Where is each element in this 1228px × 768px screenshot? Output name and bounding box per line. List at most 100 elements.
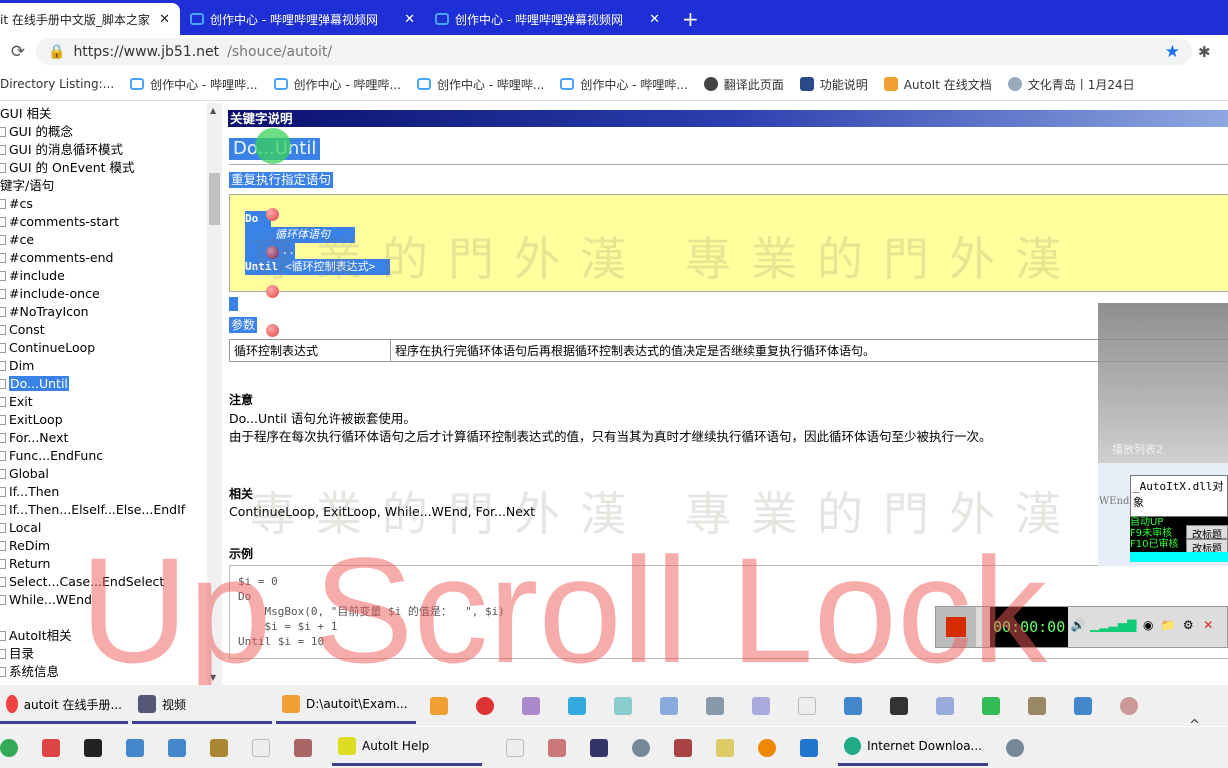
sidebar-item[interactable]: While...WEnd: [0, 591, 221, 609]
sidebar-item[interactable]: If...Then...ElseIf...Else...EndIf: [0, 501, 221, 519]
app-icon[interactable]: [936, 696, 954, 715]
app-icon[interactable]: [632, 738, 650, 757]
app-icon[interactable]: [660, 696, 678, 715]
app-icon[interactable]: [890, 696, 908, 715]
bookmark-item[interactable]: 创作中心 - 哔哩哔...: [560, 76, 688, 93]
sidebar-item[interactable]: GUI 的 OnEvent 模式: [0, 159, 221, 177]
app-icon[interactable]: [1006, 738, 1024, 757]
bookmark-item[interactable]: 文化青岛丨1月24日: [1007, 76, 1135, 93]
sidebar-item[interactable]: Global: [0, 465, 221, 483]
sidebar-item[interactable]: 键字/语句: [0, 177, 221, 195]
reload-icon[interactable]: ⟳: [0, 42, 36, 62]
7zip-icon[interactable]: [84, 738, 102, 757]
taskbar-item[interactable]: D:\autoit\Exam...: [276, 687, 416, 724]
search-icon[interactable]: [758, 738, 776, 757]
sidebar-item[interactable]: GUI 相关: [0, 105, 221, 123]
sidebar-item[interactable]: GUI 的消息循环模式: [0, 141, 221, 159]
window-icon[interactable]: [126, 738, 144, 757]
bookmark-item[interactable]: 翻译此页面: [703, 76, 784, 93]
app-icon[interactable]: [1028, 696, 1046, 715]
sidebar-item[interactable]: Return: [0, 555, 221, 573]
window-icon[interactable]: [1074, 696, 1092, 715]
sidebar-item[interactable]: Dim: [0, 357, 221, 375]
tray-chevron-icon[interactable]: ^: [1189, 718, 1200, 733]
app-icon[interactable]: [548, 738, 566, 757]
webcam-icon[interactable]: ◉: [1138, 618, 1158, 636]
sidebar-item[interactable]: For...Next: [0, 429, 221, 447]
bookmark-item[interactable]: 创作中心 - 哔哩哔...: [273, 76, 401, 93]
sidebar-item[interactable]: #cs: [0, 195, 221, 213]
folder-icon[interactable]: 📁: [1158, 618, 1178, 636]
new-tab-button[interactable]: +: [670, 3, 711, 35]
sidebar-item[interactable]: 系统信息: [0, 663, 221, 681]
window-icon[interactable]: [168, 738, 186, 757]
sidebar-item[interactable]: ReDim: [0, 537, 221, 555]
sidebar-item[interactable]: Local: [0, 519, 221, 537]
app-icon[interactable]: [42, 738, 60, 757]
file-icon[interactable]: [798, 696, 816, 715]
taskbar-item[interactable]: 视频: [132, 687, 272, 724]
close-tab-icon[interactable]: ✕: [404, 12, 415, 27]
sidebar-item[interactable]: Func...EndFunc: [0, 447, 221, 465]
sidebar-item[interactable]: AutoIt相关: [0, 627, 221, 645]
sidebar-item[interactable]: 目录: [0, 645, 221, 663]
speaker-icon[interactable]: 🔊: [1068, 618, 1088, 636]
sidebar-item[interactable]: ContinueLoop: [0, 339, 221, 357]
taskbar-item[interactable]: autoit 在线手册...: [0, 687, 128, 724]
tab-autoit-manual[interactable]: it 在线手册中文版_脚本之家 ✕: [0, 3, 180, 35]
url-input[interactable]: 🔒 https://www.jb51.net/shouce/autoit/★: [36, 38, 1192, 65]
sidebar-item[interactable]: If...Then: [0, 483, 221, 501]
sidebar-item[interactable]: #ce: [0, 231, 221, 249]
app-icon[interactable]: [210, 738, 228, 757]
rename-title-button[interactable]: 改标题: [1186, 539, 1228, 555]
app-icon[interactable]: [1120, 696, 1138, 715]
search-icon[interactable]: [716, 738, 734, 757]
app-icon[interactable]: [982, 696, 1000, 715]
bilibili-icon[interactable]: [568, 696, 586, 715]
app-icon[interactable]: [614, 696, 632, 715]
calendar-icon[interactable]: [294, 738, 312, 757]
sidebar-item[interactable]: [0, 609, 221, 627]
file-icon[interactable]: [252, 738, 270, 757]
extensions-icon[interactable]: ✱: [1198, 43, 1228, 61]
file-icon[interactable]: [506, 738, 524, 757]
app-icon[interactable]: [590, 738, 608, 757]
sidebar-item[interactable]: #NoTrayIcon: [0, 303, 221, 321]
stop-record-button[interactable]: [936, 607, 976, 647]
app-icon[interactable]: [674, 738, 692, 757]
close-tab-icon[interactable]: ✕: [159, 12, 170, 27]
app-icon[interactable]: [522, 696, 540, 715]
sidebar-item[interactable]: #include: [0, 267, 221, 285]
sidebar-item[interactable]: GUI 的概念: [0, 123, 221, 141]
bookmark-star-icon[interactable]: ★: [1165, 42, 1180, 62]
gear-icon[interactable]: ⚙: [1178, 618, 1198, 636]
tab-bilibili-1[interactable]: 创作中心 - 哔哩哔哩弹幕视频网 ✕: [180, 3, 425, 35]
close-tab-icon[interactable]: ✕: [649, 12, 660, 27]
tab-bilibili-2[interactable]: 创作中心 - 哔哩哔哩弹幕视频网 ✕: [425, 3, 670, 35]
bookmark-item[interactable]: 功能说明: [799, 76, 868, 93]
taskbar-item[interactable]: AutoIt Help: [332, 729, 482, 766]
app-icon[interactable]: [430, 696, 448, 715]
sidebar-scrollbar[interactable]: ▲ ▼: [207, 103, 222, 685]
app-icon[interactable]: [752, 696, 770, 715]
volume-level[interactable]: ▁▂▃▅▇: [1088, 618, 1138, 636]
sidebar-item[interactable]: ExitLoop: [0, 411, 221, 429]
sidebar-item[interactable]: Const: [0, 321, 221, 339]
app-icon[interactable]: [706, 696, 724, 715]
taskbar-item[interactable]: Internet Downloa...: [838, 729, 988, 766]
close-icon[interactable]: ✕: [1198, 618, 1218, 636]
sidebar-item[interactable]: #include-once: [0, 285, 221, 303]
app-icon[interactable]: [800, 738, 818, 757]
sidebar-item[interactable]: Select...Case...EndSelect: [0, 573, 221, 591]
sidebar-item[interactable]: Exit: [0, 393, 221, 411]
rename-title-button[interactable]: 改标题: [1186, 525, 1228, 541]
sidebar-item[interactable]: #comments-start: [0, 213, 221, 231]
globe-icon[interactable]: [0, 738, 18, 757]
bookmark-item[interactable]: 创作中心 - 哔哩哔...: [416, 76, 544, 93]
window-icon[interactable]: [844, 696, 862, 715]
bookmark-item[interactable]: 创作中心 - 哔哩哔...: [130, 76, 258, 93]
record-icon[interactable]: [476, 696, 494, 715]
sidebar-item[interactable]: #comments-end: [0, 249, 221, 267]
bookmark-item[interactable]: Directory Listing:...: [0, 77, 114, 91]
sidebar-item[interactable]: Do...Until: [0, 375, 221, 393]
